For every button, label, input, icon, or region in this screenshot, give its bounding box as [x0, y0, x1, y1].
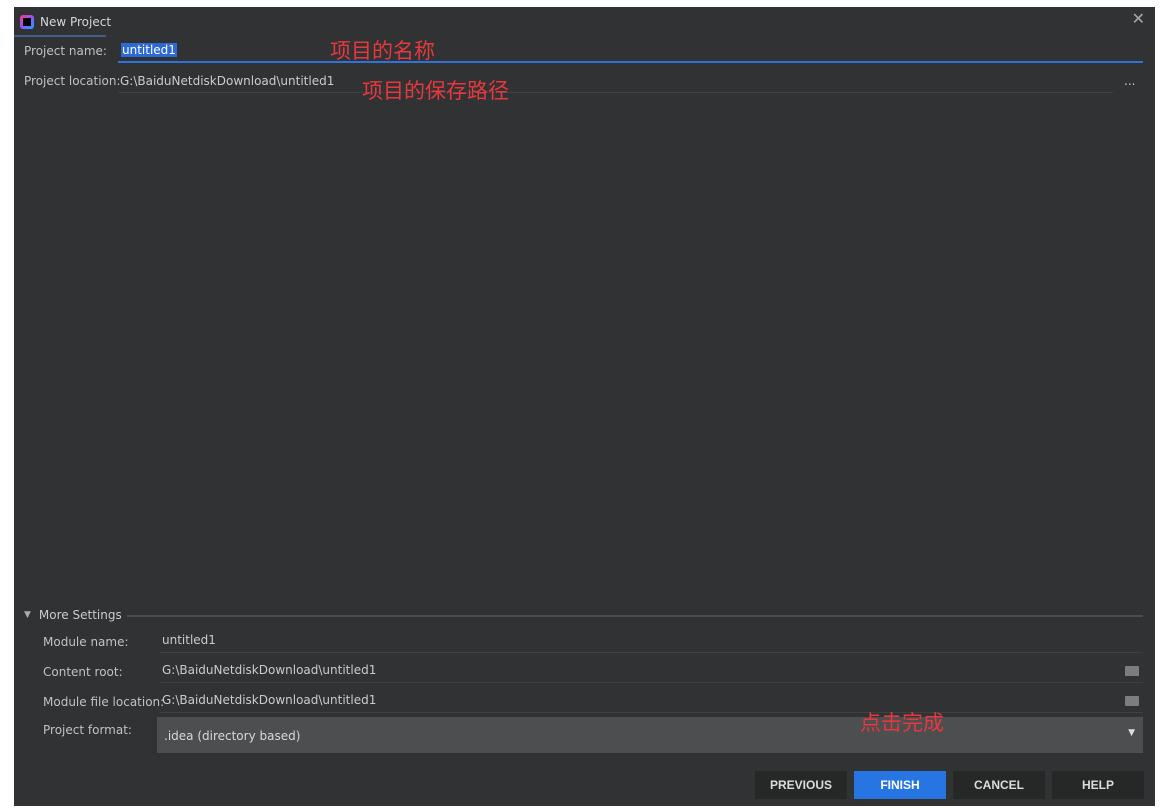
- module-file-underline: [160, 712, 1143, 713]
- close-icon[interactable]: ✕: [1132, 9, 1145, 28]
- more-settings-title: More Settings: [38, 608, 122, 622]
- new-project-dialog: New Project ✕ Project name: untitled1 项目…: [14, 7, 1155, 806]
- project-format-value: .idea (directory based): [164, 729, 301, 743]
- finish-button[interactable]: FINISH: [854, 771, 946, 799]
- module-file-location-input[interactable]: G:\BaiduNetdiskDownload\untitled1: [162, 693, 376, 707]
- project-name-input[interactable]: untitled1: [118, 42, 1143, 63]
- help-button[interactable]: HELP: [1052, 771, 1144, 799]
- more-settings-toggle[interactable]: ▼ More Settings: [24, 608, 122, 622]
- annotation-finish: 点击完成: [860, 711, 944, 735]
- annotation-project-name: 项目的名称: [330, 39, 435, 63]
- project-format-label: Project format:: [43, 723, 132, 737]
- annotation-project-location: 项目的保存路径: [362, 79, 509, 103]
- triangle-down-icon: ▼: [24, 610, 31, 620]
- more-settings-divider: [127, 615, 1143, 617]
- project-format-select[interactable]: .idea (directory based) ▼: [157, 717, 1143, 753]
- project-location-label: Project location:: [24, 74, 121, 88]
- folder-icon[interactable]: [1125, 666, 1139, 676]
- content-root-input[interactable]: G:\BaiduNetdiskDownload\untitled1: [162, 663, 376, 677]
- dialog-title: New Project: [40, 15, 112, 29]
- title-tab-underline: [14, 35, 106, 37]
- module-name-underline: [160, 652, 1143, 653]
- location-underline: [118, 92, 1113, 93]
- module-file-location-label: Module file location:: [43, 695, 165, 709]
- project-location-input[interactable]: G:\BaiduNetdiskDownload\untitled1: [120, 74, 334, 88]
- project-name-value: untitled1: [121, 43, 177, 57]
- chevron-down-icon: ▼: [1128, 728, 1135, 738]
- module-name-label: Module name:: [43, 635, 129, 649]
- folder-icon[interactable]: [1125, 696, 1139, 706]
- intellij-logo-icon: [20, 15, 34, 29]
- content-root-underline: [160, 682, 1143, 683]
- focus-underline: [118, 61, 1143, 63]
- project-name-label: Project name:: [24, 44, 107, 58]
- content-root-label: Content root:: [43, 665, 123, 679]
- dialog-title-bar: New Project: [20, 11, 111, 33]
- module-name-input[interactable]: untitled1: [162, 633, 216, 647]
- previous-button[interactable]: PREVIOUS: [755, 771, 847, 799]
- browse-button[interactable]: ...: [1124, 74, 1135, 88]
- cancel-button[interactable]: CANCEL: [953, 771, 1045, 799]
